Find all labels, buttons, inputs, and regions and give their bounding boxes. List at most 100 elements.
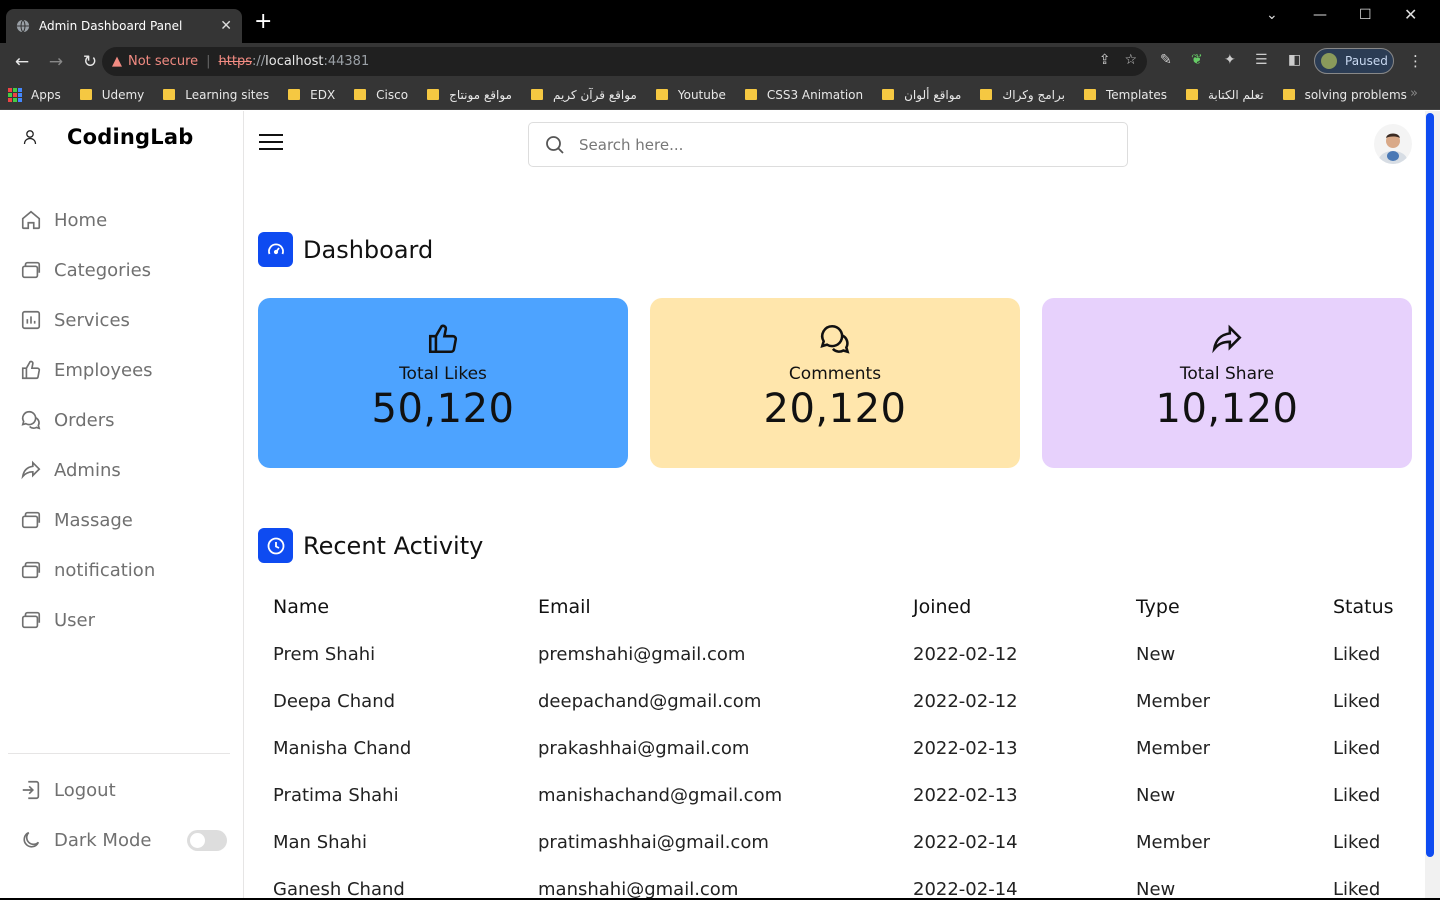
bookmark-label: EDX [310, 87, 336, 102]
media-queue-icon[interactable]: ☰ [1255, 52, 1268, 68]
table-cell: Man Shahi [273, 832, 367, 853]
sidebar-item-employees[interactable]: Employees [0, 345, 243, 395]
extension-pen-icon[interactable]: ✎ [1160, 52, 1172, 68]
profile-avatar [1321, 53, 1337, 69]
bookmark-folder[interactable]: مواقع قرآن كريم [530, 88, 637, 102]
column-header: Status [1333, 596, 1394, 618]
bookmark-label: تعلم الكتابة [1208, 87, 1264, 102]
url-scheme: https [218, 54, 252, 69]
clock-icon [258, 528, 293, 563]
table-cell: New [1136, 879, 1176, 900]
apps-grid-icon [8, 87, 22, 102]
sidebar-item-categories[interactable]: Categories [0, 245, 243, 295]
bookmark-folder[interactable]: EDX [288, 88, 335, 102]
bookmark-folder[interactable]: CSS3 Animation [744, 88, 863, 102]
bookmark-folder[interactable]: مواقع ألوان [882, 88, 961, 102]
sidebar-item-label: Massage [54, 509, 133, 531]
omnibox-separator: | [206, 54, 211, 69]
bookmark-folder[interactable]: مواقع مونتاج [427, 88, 512, 102]
bookmark-label: برامج وكراك [1002, 87, 1065, 102]
more-bookmarks-icon[interactable]: » [1410, 86, 1418, 101]
browser-menu-icon[interactable]: ⋮ [1408, 52, 1423, 70]
bookmark-label: Youtube [677, 87, 726, 102]
back-icon[interactable]: ← [10, 52, 34, 72]
table-cell: Liked [1333, 644, 1381, 665]
table-cell: pratimashhai@gmail.com [538, 832, 769, 853]
column-email: Email premshahi@gmail.com deepachand@gma… [538, 596, 782, 908]
sidebar-item-user[interactable]: User [0, 595, 243, 645]
new-tab-button[interactable]: + [254, 11, 272, 33]
bookmark-folder[interactable]: Templates [1083, 88, 1167, 102]
folder-icon [427, 89, 440, 100]
scrollbar-thumb[interactable] [1426, 113, 1434, 857]
sidebar-item-label: Employees [54, 359, 153, 381]
sidebar-item-notification[interactable]: notification [0, 545, 243, 595]
stat-value: 20,120 [763, 386, 907, 432]
forward-icon[interactable]: → [44, 52, 68, 72]
close-window-icon[interactable]: ✕ [1404, 5, 1417, 24]
share-page-icon[interactable]: ⇪ [1099, 52, 1111, 68]
menu-toggle-icon[interactable] [259, 134, 283, 152]
browser-titlebar: Admin Dashboard Panel ✕ + ⌄ — ☐ ✕ [0, 0, 1440, 43]
tab-search-icon[interactable]: ⌄ [1266, 7, 1278, 23]
sidebar-item-admins[interactable]: Admins [0, 445, 243, 495]
extension-leaf-icon[interactable]: ❦ [1191, 52, 1203, 68]
activity-title-text: Recent Activity [303, 531, 484, 560]
bookmark-apps[interactable]: Apps [8, 87, 61, 102]
folder-icon [354, 89, 367, 100]
address-bar[interactable]: ▲ Not secure | https://localhost:44381 ⇪… [102, 47, 1147, 76]
home-icon [21, 210, 41, 230]
bookmark-label: مواقع ألوان [904, 87, 962, 102]
reload-icon[interactable]: ↻ [78, 52, 102, 72]
bookmark-folder[interactable]: Youtube [655, 87, 726, 102]
stat-value: 10,120 [1155, 386, 1299, 432]
bookmark-folder[interactable]: Cisco [354, 88, 408, 102]
browser-tab[interactable]: Admin Dashboard Panel ✕ [6, 9, 242, 43]
files-icon [21, 511, 41, 529]
table-cell: New [1136, 644, 1176, 665]
table-cell: 2022-02-13 [913, 785, 1018, 806]
search-input[interactable] [579, 135, 1079, 154]
maximize-icon[interactable]: ☐ [1359, 7, 1372, 23]
profile-button[interactable]: Paused [1314, 48, 1394, 74]
logout-icon [22, 780, 40, 800]
stat-label: Total Share [1179, 364, 1275, 384]
toggle-knob [190, 833, 205, 848]
table-cell: New [1136, 785, 1176, 806]
dark-mode-item[interactable]: Dark Mode [20, 829, 151, 851]
bookmark-star-icon[interactable]: ☆ [1124, 52, 1137, 68]
globe-icon [16, 19, 30, 33]
sidebar-item-services[interactable]: Services [0, 295, 243, 345]
stat-label: Comments [788, 364, 882, 384]
avatar[interactable] [1374, 124, 1412, 164]
logout-button[interactable]: Logout [20, 779, 116, 801]
side-panel-icon[interactable]: ◧ [1288, 52, 1301, 68]
dark-mode-toggle[interactable] [187, 830, 227, 851]
table-cell: Liked [1333, 691, 1381, 712]
sidebar-item-label: Services [54, 309, 130, 331]
page-scrollbar[interactable] [1425, 111, 1440, 900]
close-tab-icon[interactable]: ✕ [220, 18, 232, 34]
sidebar-item-massage[interactable]: Massage [0, 495, 243, 545]
sidebar-item-orders[interactable]: Orders [0, 395, 243, 445]
bookmark-folder[interactable]: تعلم الكتابة [1186, 88, 1264, 102]
table-cell: manshahi@gmail.com [538, 879, 739, 900]
stat-label: Total Likes [399, 364, 487, 384]
bookmark-folder[interactable]: Learning sites [163, 88, 269, 102]
column-header: Type [1136, 596, 1180, 618]
table-cell: Prem Shahi [273, 644, 376, 665]
folder-icon [655, 89, 668, 100]
thumbs-up-icon [428, 324, 458, 354]
stat-card-comments: Comments 20,120 [650, 298, 1020, 468]
bookmark-folder[interactable]: solving problems [1282, 88, 1407, 102]
table-cell: Liked [1333, 738, 1381, 759]
extensions-puzzle-icon[interactable]: ✦ [1224, 52, 1236, 68]
bookmark-folder[interactable]: Udemy [79, 88, 144, 102]
table-cell: 2022-02-13 [913, 738, 1018, 759]
minimize-icon[interactable]: — [1313, 7, 1327, 23]
table-cell: prakashhai@gmail.com [538, 738, 750, 759]
bookmark-folder[interactable]: برامج وكراك [980, 88, 1065, 102]
sidebar-item-home[interactable]: Home [0, 195, 243, 245]
table-cell: 2022-02-14 [913, 832, 1018, 853]
logo[interactable]: CodingLab [22, 125, 193, 149]
